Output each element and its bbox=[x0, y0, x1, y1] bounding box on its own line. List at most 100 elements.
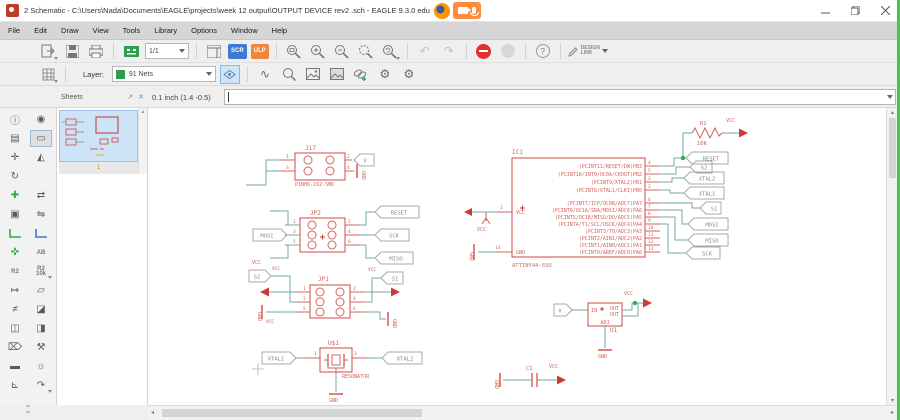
flag-u1-v[interactable]: V bbox=[553, 303, 588, 317]
component-ic1[interactable]: IC1 ATTINY44-SSU 1 14 VCC GND 4 5 3 2 6 … bbox=[495, 149, 660, 269]
delete-tool[interactable]: ⌦ bbox=[4, 339, 26, 356]
flag-res-xtal2[interactable]: XTAL2 bbox=[367, 351, 423, 365]
move-tool[interactable]: ✛ bbox=[4, 149, 26, 166]
replace-tool[interactable]: ▣ bbox=[4, 206, 26, 223]
component-jp1[interactable]: 1 2 3 4 5 6 JP1 bbox=[295, 276, 365, 319]
command-line-input[interactable] bbox=[224, 89, 896, 105]
horizontal-scrollbar[interactable]: ◂ ▸ bbox=[148, 405, 897, 420]
flag-ic-reset[interactable]: RESET bbox=[685, 151, 729, 165]
net-miso[interactable] bbox=[660, 216, 688, 241]
scroll-left-arrow[interactable]: ◂ bbox=[151, 409, 154, 416]
component-jp2[interactable]: 1 2 3 4 5 6 JP2 bbox=[285, 210, 360, 253]
close-button[interactable] bbox=[870, 0, 900, 21]
menu-draw[interactable]: Draw bbox=[61, 26, 79, 35]
undock-panel-icon[interactable]: ↗ bbox=[127, 93, 133, 101]
net-xtal1[interactable] bbox=[660, 189, 684, 194]
miter-tool[interactable]: ◪ bbox=[30, 301, 52, 318]
gateswap-tool[interactable]: ⇋ bbox=[30, 206, 52, 223]
menu-window[interactable]: Window bbox=[231, 26, 258, 35]
component-j17[interactable]: 1 2 3 4 J17 PINHD-2X2-SMD bbox=[280, 145, 352, 188]
flag-ic-s1[interactable]: S1 bbox=[699, 201, 722, 215]
inspect-button[interactable] bbox=[279, 65, 299, 84]
component-r1[interactable]: R1 10K bbox=[691, 121, 723, 147]
wrench-tool[interactable]: ⚒ bbox=[30, 339, 52, 356]
menu-options[interactable]: Options bbox=[191, 26, 217, 35]
info-tool[interactable]: ⓘ bbox=[4, 111, 26, 128]
palette-expand-chevron[interactable]: ⌄ ⌄ bbox=[0, 400, 56, 415]
component-c1[interactable]: GND C1 VCC bbox=[493, 364, 566, 389]
supply-gnd-resonator[interactable]: GND bbox=[329, 372, 343, 404]
zoom-select-button[interactable] bbox=[356, 42, 376, 61]
stop-button[interactable] bbox=[474, 42, 494, 61]
minimize-button[interactable] bbox=[810, 0, 840, 21]
flag-ic-xtal1[interactable]: XTAL1 bbox=[683, 186, 725, 200]
flag-ic-s2[interactable]: S2 bbox=[689, 160, 713, 174]
pinswap-tool[interactable]: ⇄ bbox=[30, 187, 52, 204]
attribute-tool[interactable]: ↦ bbox=[4, 282, 26, 299]
net-reset-pullup[interactable] bbox=[682, 132, 692, 158]
net-tool[interactable] bbox=[4, 225, 26, 242]
sheet-thumbnail[interactable] bbox=[59, 110, 138, 162]
component-resonator[interactable]: 1 3 U$1 RESONATOR bbox=[305, 340, 370, 380]
copy-tool[interactable]: ◫ bbox=[4, 320, 26, 337]
menu-file[interactable]: File bbox=[8, 26, 20, 35]
junction-tool[interactable]: ✜ bbox=[4, 244, 26, 261]
menu-view[interactable]: View bbox=[93, 26, 109, 35]
close-panel-icon[interactable]: ✕ bbox=[138, 93, 144, 101]
supply-gnd-jp1-left[interactable]: GND VCC bbox=[256, 305, 295, 325]
flag-jp1-s2[interactable]: S2 bbox=[248, 269, 295, 303]
net-sck[interactable] bbox=[660, 223, 686, 254]
design-link-button[interactable]: DESIGN LINK bbox=[567, 46, 608, 57]
bus-tool[interactable] bbox=[30, 225, 52, 242]
zoom-fit-button[interactable] bbox=[284, 42, 304, 61]
command-history-caret[interactable] bbox=[887, 95, 893, 99]
flag-jp2-miso[interactable]: MISO bbox=[374, 251, 414, 265]
screen-share-indicator[interactable] bbox=[452, 2, 481, 19]
flag-jp2-mosi[interactable]: MOSI bbox=[252, 228, 288, 242]
print-button[interactable] bbox=[86, 42, 106, 61]
simulation-gear-button[interactable]: ⚙︎ bbox=[399, 65, 419, 84]
layer-selector[interactable]: 91 Nets bbox=[111, 66, 216, 82]
label-tool[interactable]: AB bbox=[30, 244, 52, 261]
dimension-tool[interactable]: ⊾ bbox=[4, 377, 26, 394]
sheet-frame-button[interactable] bbox=[204, 42, 224, 61]
flag-jp2-reset[interactable]: RESET bbox=[374, 205, 420, 219]
open-file-button[interactable] bbox=[38, 42, 58, 61]
save-button[interactable] bbox=[62, 42, 82, 61]
show-tool[interactable]: ◉ bbox=[30, 111, 52, 128]
maximize-button[interactable] bbox=[840, 0, 870, 21]
flag-ic-sck[interactable]: SCK bbox=[685, 246, 721, 260]
firefox-icon[interactable] bbox=[433, 2, 450, 19]
mirror-tool[interactable]: ◭ bbox=[30, 149, 52, 166]
vertical-scroll-thumb[interactable] bbox=[889, 118, 896, 178]
net-ic1-vcc[interactable]: VCC bbox=[464, 208, 497, 233]
flag-jp1-s1[interactable]: S1 bbox=[365, 271, 404, 303]
supply-gnd-ic1[interactable]: GND bbox=[468, 244, 497, 261]
net-jp2-right[interactable] bbox=[360, 211, 375, 259]
group-select-tool[interactable]: ▭ bbox=[30, 130, 52, 147]
display-layers-tool[interactable]: ▤ bbox=[4, 130, 26, 147]
horizontal-scroll-thumb[interactable] bbox=[162, 409, 422, 417]
ratsnest-tool[interactable]: ☼ bbox=[30, 358, 52, 375]
sheet-selector[interactable]: 1/1 bbox=[145, 43, 189, 59]
value-tool[interactable]: R2 10k bbox=[30, 263, 52, 280]
image-export-button[interactable] bbox=[303, 65, 323, 84]
flag-ic-xtal2[interactable]: XTAL2 bbox=[683, 171, 725, 185]
generate-board-button[interactable] bbox=[121, 42, 141, 61]
paste-tool[interactable]: ◨ bbox=[30, 320, 52, 337]
net-arrow-right[interactable] bbox=[365, 287, 400, 297]
net-j17-left[interactable] bbox=[246, 159, 280, 186]
sheet-thumbnail-label[interactable]: 1 bbox=[59, 162, 138, 174]
supply-gnd-jp1-right[interactable]: GND bbox=[365, 311, 397, 328]
menu-edit[interactable]: Edit bbox=[34, 26, 47, 35]
layer-settings-button[interactable] bbox=[219, 64, 240, 84]
flag-ic-mosi[interactable]: MOSI bbox=[687, 217, 729, 231]
schematic-canvas[interactable]: 1 2 3 4 J17 PINHD-2X2-SMD V GND 1 2 3 4 … bbox=[148, 108, 897, 405]
rotate-tool[interactable]: ↻ bbox=[4, 168, 26, 185]
signal-wave-button[interactable]: ∿ bbox=[255, 65, 275, 84]
menu-tools[interactable]: Tools bbox=[123, 26, 141, 35]
polygon-tool[interactable]: ▱ bbox=[30, 282, 52, 299]
run-script-button[interactable]: SCR bbox=[228, 43, 247, 59]
zoom-in-button[interactable] bbox=[308, 42, 328, 61]
net-u1-out[interactable]: VCC bbox=[622, 291, 652, 317]
